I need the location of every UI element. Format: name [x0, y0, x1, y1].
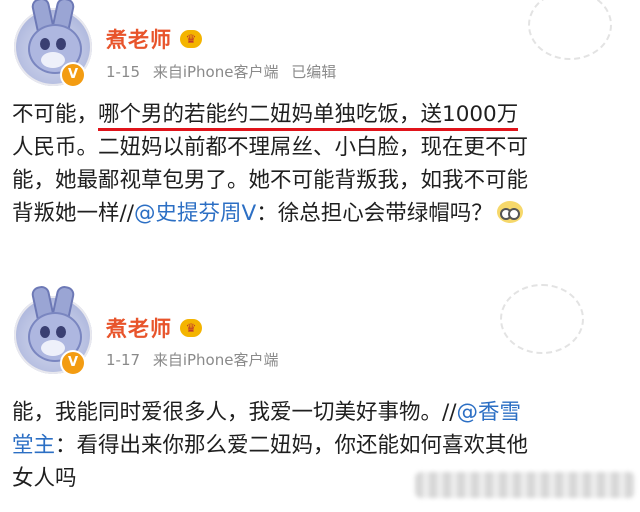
post-time[interactable]: 1-15	[106, 63, 140, 81]
mention-link[interactable]: 堂主	[12, 433, 55, 458]
crown-badge-icon: ♛	[180, 319, 202, 337]
smirk-emoji-icon	[496, 201, 523, 223]
post-source: 来自iPhone客户端	[152, 63, 279, 81]
mention-link[interactable]: @香雪	[457, 400, 522, 425]
post-content: 不可能，哪个男的若能约二妞妈单独吃饭，送1000万 人民币。二妞妈以前都不理屌丝…	[12, 98, 626, 230]
username[interactable]: 煮老师	[106, 24, 172, 54]
edited-label[interactable]: 已编辑	[291, 63, 336, 81]
content-line: 背叛她一样//@史提芬周V：徐总担心会带绿帽吗？	[12, 197, 626, 230]
post-meta: 1-17 来自iPhone客户端	[106, 349, 286, 370]
content-line: 不可能，哪个男的若能约二妞妈单独吃饭，送1000万	[12, 98, 626, 131]
mention-link[interactable]: @史提芬周V	[134, 201, 256, 226]
blurred-watermark	[415, 472, 635, 498]
verified-badge-icon: V	[60, 350, 86, 376]
rabbit-eye-right	[56, 38, 66, 50]
watermark-stamp	[528, 0, 612, 60]
post-meta: 1-15 来自iPhone客户端 已编辑	[106, 61, 344, 82]
content-text: 背叛她一样//	[12, 201, 134, 226]
rabbit-eye-left	[40, 38, 50, 50]
content-text: 不可能，	[12, 102, 99, 127]
username[interactable]: 煮老师	[106, 313, 172, 343]
content-text: 能，我能同时爱很多人，我爱一切美好事物。//	[12, 400, 457, 425]
weibo-post-1: V 煮老师 ♛ 1-15 来自iPhone客户端 已编辑 不可能，哪个男的若能约…	[0, 0, 640, 280]
rabbit-snout	[41, 340, 65, 356]
content-line: 能，我能同时爱很多人，我爱一切美好事物。//@香雪	[12, 396, 626, 429]
highlighted-text: 哪个男的若能约二妞妈单独吃饭，送1000万	[98, 102, 519, 131]
watermark-stamp	[500, 284, 584, 354]
crown-badge-icon: ♛	[180, 30, 202, 48]
post-source: 来自iPhone客户端	[152, 351, 279, 369]
rabbit-snout	[41, 52, 65, 68]
content-text: ：看得出来你那么爱二妞妈，你还能如何喜欢其他	[55, 433, 529, 458]
rabbit-eye-right	[56, 326, 66, 338]
content-text: ：徐总担心会带绿帽吗？	[256, 201, 493, 226]
post-time[interactable]: 1-17	[106, 351, 140, 369]
verified-badge-icon: V	[60, 62, 86, 88]
content-line: 堂主：看得出来你那么爱二妞妈，你还能如何喜欢其他	[12, 429, 626, 462]
rabbit-eye-left	[40, 326, 50, 338]
content-line: 能，她最鄙视草包男了。她不可能背叛我，如我不可能	[12, 168, 529, 193]
content-line: 人民币。二妞妈以前都不理屌丝、小白脸，现在更不可	[12, 135, 529, 160]
